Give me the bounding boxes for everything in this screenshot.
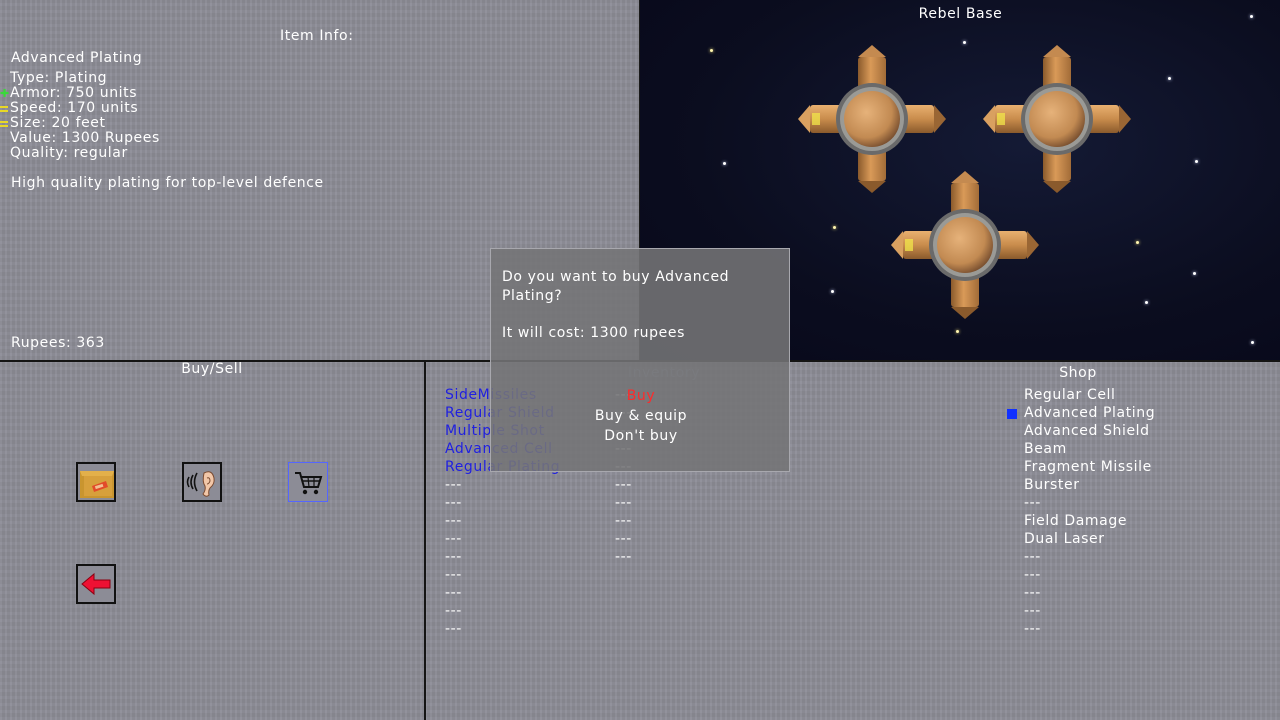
rupees-balance: Rupees: 363 [11,335,105,351]
inventory-slot-empty[interactable]: --- [615,548,632,566]
shop-selection-marker [1007,409,1017,419]
shop-slot-empty[interactable]: --- [1024,584,1155,602]
shop-slot-empty[interactable]: --- [1024,620,1155,638]
size-row: Size: 20 feet [0,116,300,131]
dialog-question: Do you want to buy Advanced Plating? [502,269,730,304]
space-station-icon [798,45,946,193]
speed-row: Speed: 170 units [0,101,300,116]
item-size: Size: 20 feet [10,115,106,131]
buysell-title: Buy/Sell [181,361,243,377]
item-value: Value: 1300 Rupees [10,130,160,146]
armor-row: Armor: 750 units [0,86,300,101]
back-arrow-icon [81,572,111,596]
shop-item[interactable]: Field Damage [1024,512,1155,530]
inventory-slot-empty[interactable]: --- [615,476,632,494]
shop-slot-empty[interactable]: --- [1024,494,1155,512]
shopping-cart-icon [295,472,323,495]
buy-and-equip-option[interactable]: Buy & equip [491,409,791,424]
item-type: Type: Plating [10,70,108,86]
inventory-slot-empty[interactable]: --- [445,530,560,548]
shop-item-selected[interactable]: Advanced Plating [1024,404,1155,422]
vertical-divider [424,360,426,720]
shop-list: Regular Cell Advanced Plating Advanced S… [1024,386,1155,638]
inventory-slot-empty[interactable]: --- [615,512,632,530]
shop-title: Shop [1059,365,1097,381]
space-station-icon [891,171,1039,319]
listen-button[interactable] [182,462,222,502]
inventory-slot-empty[interactable]: --- [445,602,560,620]
inventory-slot-empty[interactable]: --- [445,512,560,530]
sell-button[interactable] [76,462,116,502]
space-station-icon [983,45,1131,193]
buysell-panel: Buy/Sell [0,362,424,720]
item-quality: Quality: regular [10,145,128,161]
buy-option[interactable]: Buy [491,389,791,404]
stat-equal-icon [0,121,8,127]
listen-ear-icon [186,471,215,497]
shop-slot-empty[interactable]: --- [1024,566,1155,584]
inventory-slot-empty[interactable]: --- [445,476,560,494]
sell-crate-icon [80,471,114,498]
shop-item[interactable]: Regular Cell [1024,386,1155,404]
item-info-title: Item Info: [280,28,354,44]
shop-slot-empty[interactable]: --- [1024,602,1155,620]
shop-item[interactable]: Beam [1024,440,1155,458]
item-name: Advanced Plating [11,50,143,66]
shop-item[interactable]: Fragment Missile [1024,458,1155,476]
inventory-slot-empty[interactable]: --- [445,566,560,584]
inventory-slot-empty[interactable]: --- [445,584,560,602]
shop-item[interactable]: Dual Laser [1024,530,1155,548]
stat-better-icon [0,87,10,100]
shop-slot-empty[interactable]: --- [1024,548,1155,566]
shop-item[interactable]: Advanced Shield [1024,422,1155,440]
dialog-cost: It will cost: 1300 rupees [502,325,685,341]
inventory-slot-empty[interactable]: --- [615,530,632,548]
inventory-slot-empty[interactable]: --- [445,548,560,566]
inventory-slot-empty[interactable]: --- [615,494,632,512]
item-armor: Armor: 750 units [10,85,138,101]
shop-item[interactable]: Burster [1024,476,1155,494]
stat-equal-icon [0,106,8,112]
buy-button[interactable] [288,462,328,502]
inventory-slot-empty[interactable]: --- [445,620,560,638]
item-speed: Speed: 170 units [10,100,139,116]
purchase-dialog: Do you want to buy Advanced Plating? It … [490,248,790,472]
back-button[interactable] [76,564,116,604]
dont-buy-option[interactable]: Don't buy [491,429,791,444]
item-description: High quality plating for top-level defen… [11,175,324,191]
inventory-slot-empty[interactable]: --- [445,494,560,512]
